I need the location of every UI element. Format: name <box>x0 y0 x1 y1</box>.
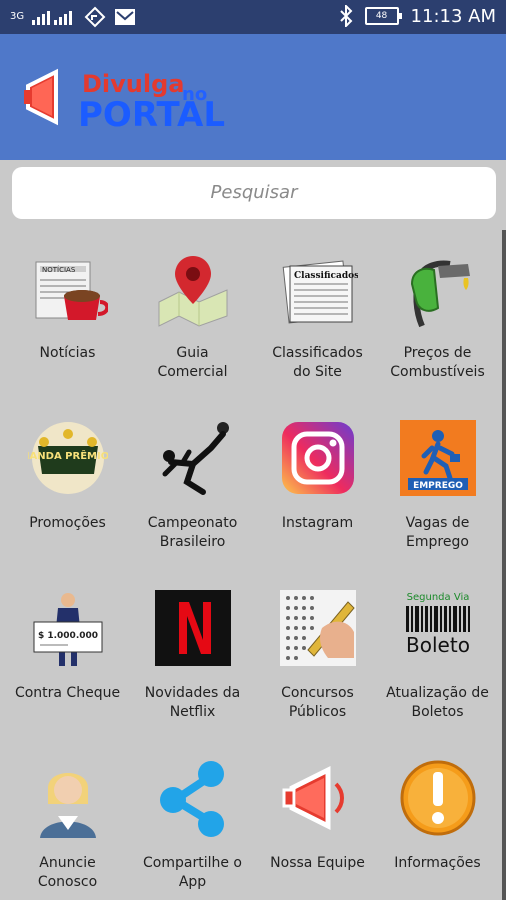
menu-label-line1: Guia <box>176 345 209 361</box>
paycheck-icon: $ 1.000.000 <box>33 593 102 666</box>
menu-item-boletos[interactable]: Segunda Via Boleto Atualização de Boleto… <box>375 588 500 722</box>
app-header: Divulga no PORTAL <box>0 34 506 160</box>
classifieds-newspaper-icon: Classificados <box>282 260 359 324</box>
logo-top-text: Divulga <box>82 70 184 98</box>
menu-label-line1: Compartilhe o <box>143 855 242 871</box>
menu-label-line2: App <box>178 874 207 890</box>
netflix-icon <box>154 590 231 666</box>
status-bar: 3G 48 11:13 AM <box>0 0 506 34</box>
menu-item-netflix[interactable]: Novidades da Netflix <box>130 588 255 722</box>
navigation-icon <box>84 6 106 28</box>
boleto-top-text: Segunda Via <box>406 592 469 603</box>
signal-icon <box>32 11 73 25</box>
app-logo: Divulga no PORTAL <box>24 68 225 132</box>
menu-label-line2: Brasileiro <box>159 534 226 550</box>
menu-item-compartilhe[interactable]: Compartilhe o App <box>130 758 255 892</box>
newspaper-coffee-icon: NOTÍCIAS <box>35 261 109 320</box>
menu-item-contra-cheque[interactable]: $ 1.000.000 Contra Cheque <box>5 588 130 703</box>
clock: 11:13 AM <box>410 5 496 27</box>
menu-label-line1: Preços de <box>403 345 472 361</box>
map-pin-icon <box>158 256 227 327</box>
menu-label-line2: Públicos <box>288 704 347 720</box>
menu-item-classificados[interactable]: Classificados Classificados do Site <box>255 248 380 382</box>
menu-item-vagas[interactable]: EMPREGO Vagas de Emprego <box>375 418 500 552</box>
promo-badge-text: MANDA PRÊMIOS <box>28 449 108 462</box>
menu-item-concursos[interactable]: Concursos Públicos <box>255 588 380 722</box>
menu-label-line2: Boletos <box>411 704 464 720</box>
menu-item-anuncie[interactable]: Anuncie Conosco <box>5 758 130 892</box>
menu-label-line1: Vagas de <box>405 515 470 531</box>
menu-label-line1: Concursos <box>281 685 354 701</box>
share-icon <box>159 761 224 837</box>
menu-item-noticias[interactable]: NOTÍCIAS Notícias <box>5 248 130 363</box>
person-icon <box>39 773 96 838</box>
battery-level: 48 <box>375 11 388 21</box>
carrier-label: 3G <box>10 11 25 22</box>
check-amount-text: $ 1.000.000 <box>37 631 97 641</box>
menu-label-line1: Anuncie <box>39 855 96 871</box>
menu-item-combustiveis[interactable]: Preços de Combustíveis <box>375 248 500 382</box>
menu-label-line1: Atualização de <box>386 685 489 701</box>
scrollbar[interactable] <box>502 230 506 900</box>
boleto-bottom-text: Boleto <box>406 633 470 657</box>
menu-label-line2: Combustíveis <box>390 364 485 380</box>
menu-label-line2: Comercial <box>157 364 228 380</box>
soccer-player-icon <box>162 422 229 495</box>
menu-label-line1: Notícias <box>39 345 96 361</box>
menu-item-informacoes[interactable]: Informações <box>375 758 500 873</box>
menu-label-line2: Emprego <box>406 534 469 550</box>
employment-icon: EMPREGO <box>399 420 476 496</box>
boleto-icon: Segunda Via Boleto <box>405 592 470 657</box>
bluetooth-icon <box>339 5 352 27</box>
info-icon <box>400 760 475 836</box>
menu-label-line2: do Site <box>293 364 342 380</box>
menu-label-line1: Promoções <box>29 515 106 531</box>
megaphone-logo-icon <box>24 68 58 126</box>
emprego-badge-text: EMPREGO <box>413 481 463 491</box>
menu-label-line1: Informações <box>394 855 481 871</box>
exam-icon <box>279 590 356 666</box>
battery-icon: 48 <box>364 7 402 25</box>
menu-item-promocoes[interactable]: MANDA PRÊMIOS Promoções <box>5 418 130 533</box>
fuel-nozzle-icon <box>410 260 470 328</box>
gmail-icon <box>115 9 136 25</box>
classificados-badge-text: Classificados <box>294 271 358 281</box>
menu-label-line2: Conosco <box>37 874 98 890</box>
search-input[interactable]: Pesquisar <box>12 167 496 219</box>
menu-label-line1: Contra Cheque <box>14 685 121 701</box>
menu-label-line1: Campeonato <box>147 515 238 531</box>
promotion-badge-icon: MANDA PRÊMIOS <box>19 422 116 494</box>
megaphone-icon <box>282 765 344 831</box>
logo-bottom-text: PORTAL <box>78 95 225 132</box>
menu-label-line1: Instagram <box>281 515 354 531</box>
search-placeholder: Pesquisar <box>210 182 298 203</box>
menu-label-line2: Netflix <box>169 704 216 720</box>
menu-item-campeonato[interactable]: Campeonato Brasileiro <box>130 418 255 552</box>
instagram-icon <box>281 422 354 494</box>
menu-item-instagram[interactable]: Instagram <box>255 418 380 533</box>
menu-label-line1: Classificados <box>272 345 363 361</box>
menu-label-line1: Nossa Equipe <box>270 855 365 871</box>
noticias-badge-text: NOTÍCIAS <box>42 265 76 274</box>
menu-item-nossa-equipe[interactable]: Nossa Equipe <box>255 758 380 873</box>
menu-item-guia-comercial[interactable]: Guia Comercial <box>130 248 255 382</box>
menu-label-line1: Novidades da <box>144 685 241 701</box>
